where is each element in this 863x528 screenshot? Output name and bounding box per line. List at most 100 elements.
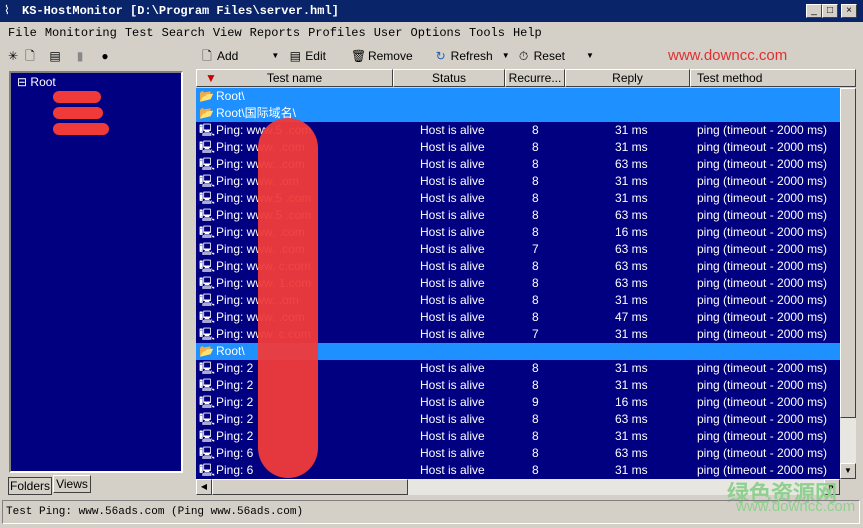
recurrences: 8 — [532, 259, 539, 273]
status: Host is alive — [420, 225, 485, 239]
menu-profiles[interactable]: Profiles — [308, 26, 366, 40]
computer-icon: 🖳 — [199, 446, 216, 460]
menu-reports[interactable]: Reports — [250, 26, 300, 40]
scroll-left-button[interactable]: ◀ — [196, 479, 212, 495]
reset-dropdown[interactable]: ▼ — [586, 46, 594, 66]
reply: 31 ms — [615, 191, 648, 205]
test-method: ping (timeout - 2000 ms) — [697, 378, 828, 392]
refresh-button[interactable]: Refresh — [451, 46, 493, 66]
redacted-item[interactable] — [53, 123, 109, 135]
folder-icon: 📂 — [199, 106, 214, 120]
status: Host is alive — [420, 293, 485, 307]
main-toolbar: 🗋 Add ▼ ▤ Edit 🗑 Remove ↻ Refresh ▼ ⏱ Reset ▼ — [200, 45, 594, 67]
computer-icon: 🖳 — [199, 123, 216, 137]
edit-button[interactable]: Edit — [305, 46, 326, 66]
menu-options[interactable]: Options — [411, 26, 461, 40]
h-scroll-thumb[interactable] — [212, 479, 408, 495]
color-icon[interactable]: ● — [98, 49, 112, 63]
reply: 63 ms — [615, 412, 648, 426]
status: Host is alive — [420, 259, 485, 273]
new-folder-icon[interactable]: ✳ — [6, 49, 20, 63]
recurrences: 8 — [532, 310, 539, 324]
edit-icon: ▤ — [289, 49, 301, 63]
watermark-top: www.downcc.com — [668, 47, 788, 64]
status: Host is alive — [420, 191, 485, 205]
reply: 47 ms — [615, 310, 648, 324]
recurrences: 8 — [532, 276, 539, 290]
column-reply[interactable]: Reply — [565, 69, 690, 87]
test-method: ping (timeout - 2000 ms) — [697, 446, 828, 460]
add-dropdown[interactable]: ▼ — [271, 46, 279, 66]
test-method: ping (timeout - 2000 ms) — [697, 395, 828, 409]
folder-row[interactable]: 📂 Root\ — [196, 88, 840, 105]
status: Host is alive — [420, 276, 485, 290]
redacted-item[interactable] — [53, 91, 101, 103]
folder-icon: 📂 — [199, 344, 214, 358]
tab-folders[interactable]: Folders — [8, 477, 52, 495]
computer-icon: 🖳 — [199, 429, 216, 443]
status: Host is alive — [420, 429, 485, 443]
computer-icon: 🖳 — [199, 208, 216, 222]
test-method: ping (timeout - 2000 ms) — [697, 293, 828, 307]
delete-icon[interactable]: ▮ — [73, 49, 87, 63]
column-status[interactable]: Status — [393, 69, 505, 87]
new-page-icon[interactable]: 🗋 — [23, 49, 37, 63]
collapse-icon[interactable]: ⊟ — [17, 75, 27, 89]
test-method: ping (timeout - 2000 ms) — [697, 361, 828, 375]
add-button[interactable]: Add — [217, 46, 238, 66]
stopwatch-icon: ⏱ — [518, 49, 529, 63]
properties-icon[interactable]: ▤ — [48, 49, 62, 63]
column-test-method[interactable]: Test method — [690, 69, 856, 87]
redacted-item[interactable] — [53, 107, 103, 119]
menu-bar: File Monitoring Test Search View Reports Profi… — [0, 23, 542, 43]
computer-icon: 🖳 — [199, 191, 216, 205]
vertical-scrollbar[interactable]: ▲ ▼ — [840, 88, 856, 479]
tree-root[interactable]: ⊟ Root — [17, 75, 56, 89]
reply: 31 ms — [615, 327, 648, 341]
watermark-bottom: www.downcc.com — [736, 498, 856, 515]
minimize-button[interactable]: _ — [806, 4, 822, 18]
computer-icon: 🖳 — [199, 293, 216, 307]
reset-button[interactable]: Reset — [534, 46, 565, 66]
test-name: Ping: 2 — [216, 429, 254, 443]
test-name: Ping: 2 — [216, 378, 254, 392]
tree-root-label: Root — [30, 75, 56, 89]
tab-views[interactable]: Views — [53, 475, 91, 493]
menu-file[interactable]: File — [8, 26, 37, 40]
computer-icon: 🖳 — [199, 140, 216, 154]
reply: 63 ms — [615, 208, 648, 222]
menu-tools[interactable]: Tools — [469, 26, 505, 40]
computer-icon: 🖳 — [199, 259, 216, 273]
recurrences: 8 — [532, 123, 539, 137]
title-bar: ⌇ KS-HostMonitor [D:\Program Files\serve… — [0, 0, 863, 22]
menu-monitoring[interactable]: Monitoring — [45, 26, 117, 40]
test-method: ping (timeout - 2000 ms) — [697, 310, 828, 324]
reply: 63 ms — [615, 276, 648, 290]
scroll-thumb[interactable] — [840, 88, 856, 418]
status: Host is alive — [420, 327, 485, 341]
menu-search[interactable]: Search — [162, 26, 205, 40]
status: Host is alive — [420, 446, 485, 460]
scroll-down-button[interactable]: ▼ — [840, 463, 856, 479]
reply: 31 ms — [615, 293, 648, 307]
close-button[interactable]: × — [841, 4, 857, 18]
recurrences: 8 — [532, 191, 539, 205]
test-method: ping (timeout - 2000 ms) — [697, 140, 828, 154]
reply: 63 ms — [615, 446, 648, 460]
test-method: ping (timeout - 2000 ms) — [697, 412, 828, 426]
refresh-dropdown[interactable]: ▼ — [502, 46, 510, 66]
menu-user[interactable]: User — [374, 26, 403, 40]
menu-test[interactable]: Test — [125, 26, 154, 40]
reply: 63 ms — [615, 242, 648, 256]
remove-button[interactable]: Remove — [368, 46, 413, 66]
recurrences: 8 — [532, 293, 539, 307]
computer-icon: 🖳 — [199, 463, 216, 477]
column-recurrences[interactable]: Recurre... — [505, 69, 565, 87]
menu-help[interactable]: Help — [513, 26, 542, 40]
column-test-name[interactable]: ▼ Test name — [196, 69, 393, 87]
maximize-button[interactable]: □ — [822, 4, 838, 18]
trash-icon: 🗑 — [350, 49, 367, 63]
menu-view[interactable]: View — [213, 26, 242, 40]
recurrences: 8 — [532, 378, 539, 392]
recurrences: 8 — [532, 412, 539, 426]
